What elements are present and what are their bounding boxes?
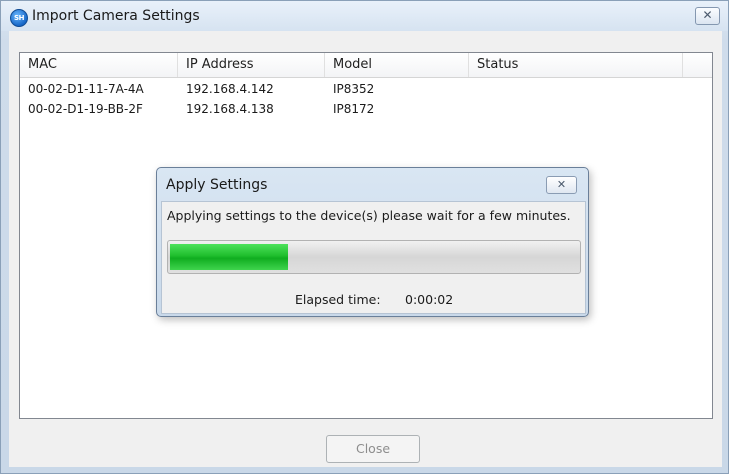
column-header-model[interactable]: Model	[325, 53, 469, 77]
table-row[interactable]: 00-02-D1-11-7A-4A 192.168.4.142 IP8352	[20, 79, 712, 99]
cell-model: IP8352	[333, 82, 375, 96]
table-row[interactable]: 00-02-D1-19-BB-2F 192.168.4.138 IP8172	[20, 99, 712, 119]
cell-ip: 192.168.4.142	[186, 82, 274, 96]
close-button[interactable]: Close	[326, 435, 420, 463]
window-close-button[interactable]: ✕	[695, 7, 720, 25]
cell-mac: 00-02-D1-19-BB-2F	[28, 102, 143, 116]
list-header: MAC IP Address Model Status	[20, 53, 712, 78]
title-bar[interactable]: SH Import Camera Settings ✕	[1, 1, 728, 31]
column-header-mac[interactable]: MAC	[20, 53, 178, 77]
progress-bar	[167, 240, 581, 274]
cell-model: IP8172	[333, 102, 375, 116]
column-header-status[interactable]: Status	[469, 53, 683, 77]
dialog-title: Apply Settings	[166, 177, 268, 193]
elapsed-time-label: Elapsed time:	[295, 292, 381, 307]
apply-settings-dialog: Apply Settings ✕ Applying settings to th…	[156, 167, 589, 317]
column-header-ip-address[interactable]: IP Address	[178, 53, 325, 77]
cell-ip: 192.168.4.138	[186, 102, 274, 116]
progress-fill	[170, 244, 288, 270]
window-title: Import Camera Settings	[32, 8, 200, 24]
cell-mac: 00-02-D1-11-7A-4A	[28, 82, 144, 96]
dialog-message: Applying settings to the device(s) pleas…	[167, 208, 571, 223]
dialog-close-button[interactable]: ✕	[546, 176, 577, 194]
elapsed-time-value: 0:00:02	[405, 292, 454, 307]
import-camera-settings-window: SH Import Camera Settings ✕ MAC IP Addre…	[0, 0, 729, 474]
dialog-body: Applying settings to the device(s) pleas…	[161, 201, 586, 314]
app-logo-icon: SH	[10, 9, 28, 27]
column-header-filler	[683, 53, 712, 77]
